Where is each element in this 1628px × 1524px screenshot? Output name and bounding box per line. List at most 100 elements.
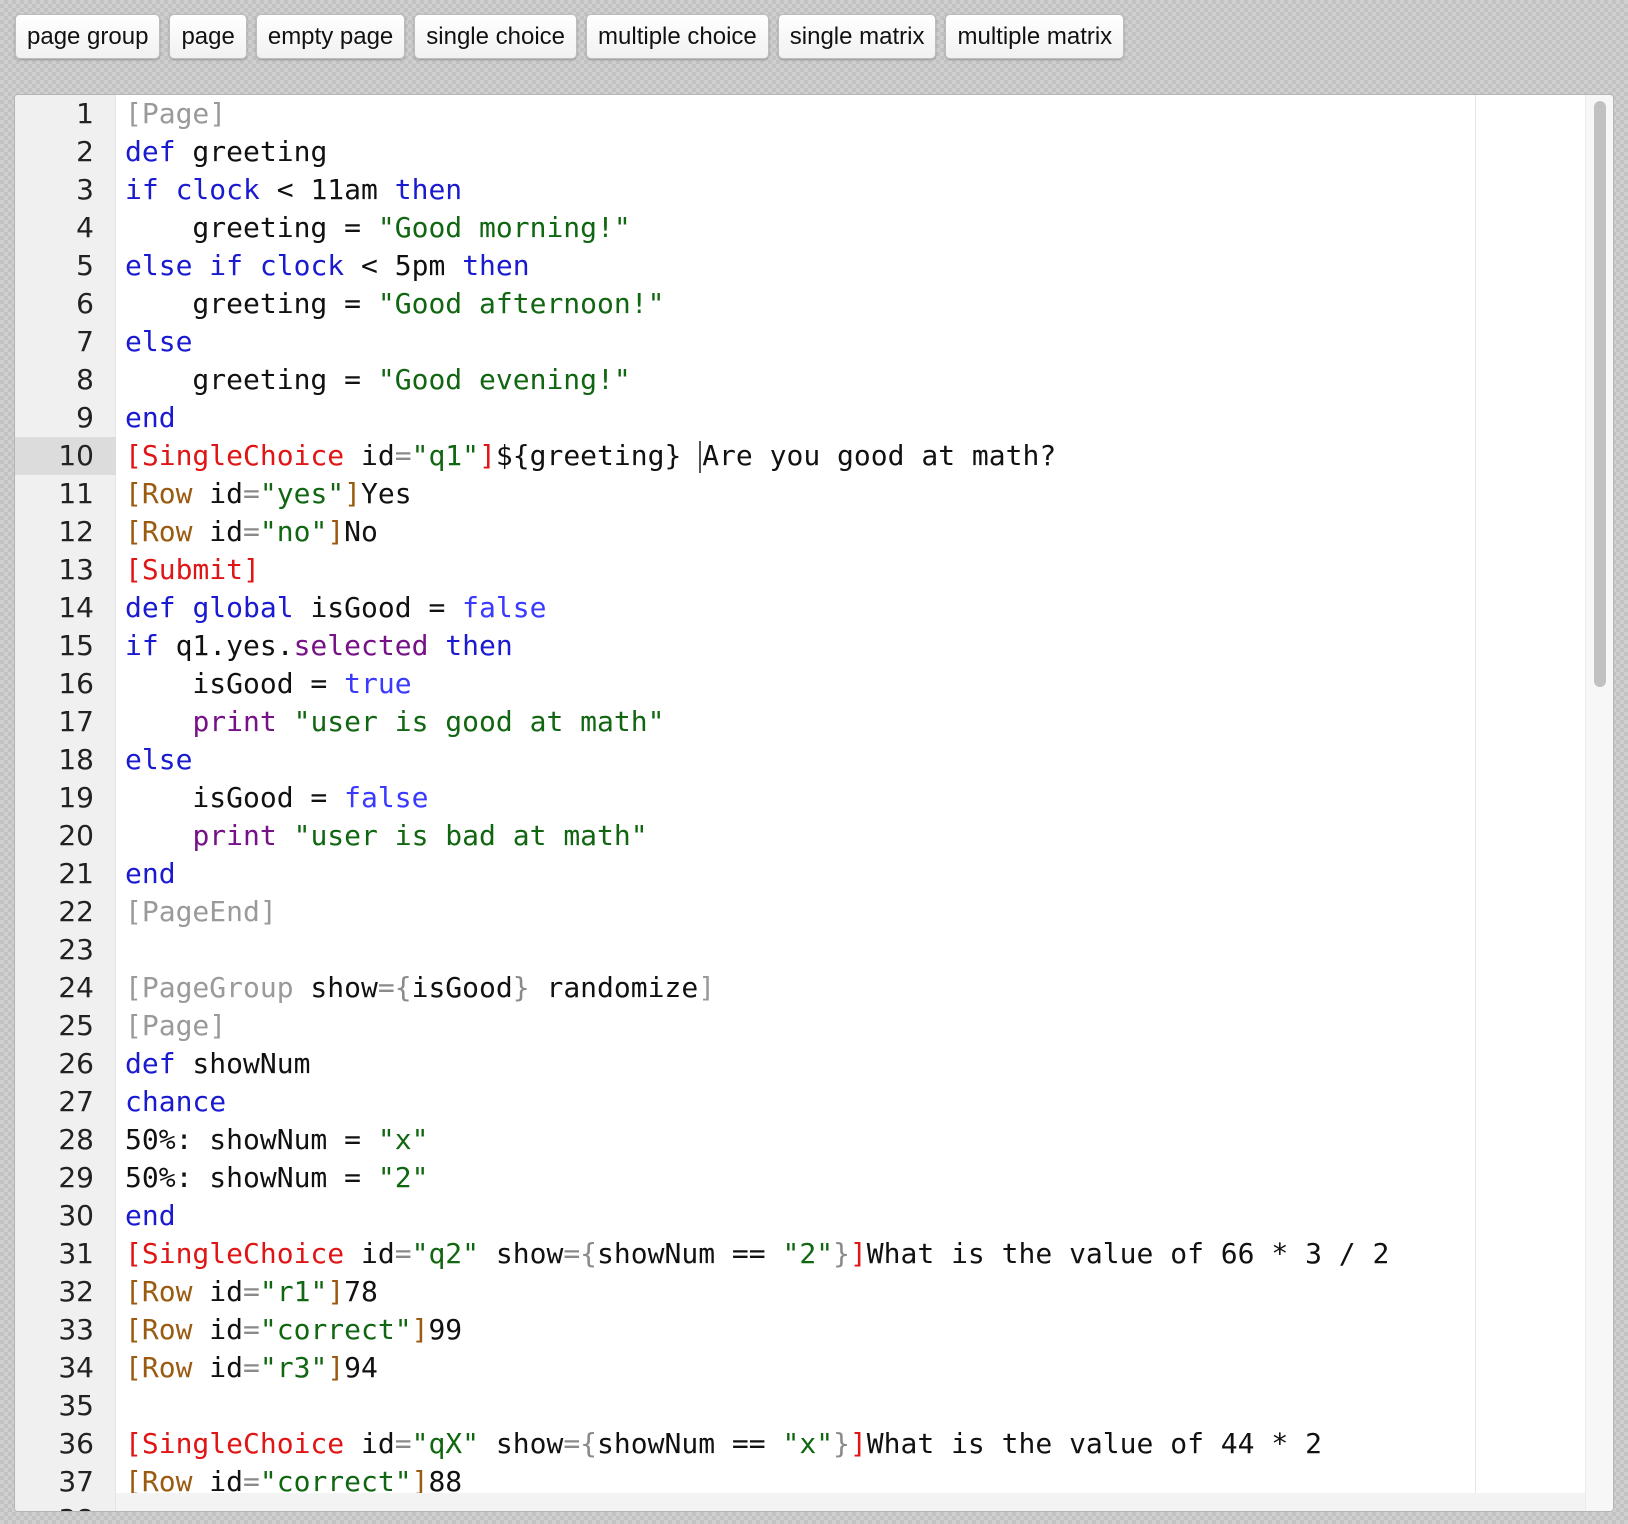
code-line[interactable]: 10 [SingleChoice id="q1"]${greeting} Are … <box>15 437 1613 475</box>
code-token: [SingleChoice <box>125 1237 345 1270</box>
line-code: [Page] <box>125 95 226 133</box>
single-matrix-button[interactable]: single matrix <box>777 14 937 59</box>
page-button[interactable]: page <box>169 14 247 59</box>
code-token: end <box>125 401 176 434</box>
line-code: [PageGroup show={isGood} randomize] <box>125 969 715 1007</box>
code-line[interactable]: 14 def global isGood = false <box>15 589 1613 627</box>
code-line[interactable]: 1 [Page] <box>15 95 1613 133</box>
line-code: else <box>125 741 192 779</box>
code-token: [Submit] <box>125 553 260 586</box>
code-token: end <box>125 857 176 890</box>
code-line[interactable]: 2 def greeting <box>15 133 1613 171</box>
line-number: 34 <box>58 1351 94 1384</box>
code-token: [Row <box>125 477 193 510</box>
code-token: [Row <box>125 515 193 548</box>
code-token: } <box>512 971 530 1004</box>
code-line[interactable]: 20 print "user is bad at math" <box>15 817 1613 855</box>
code-token: else if <box>125 249 244 282</box>
code-line[interactable]: 21 end <box>15 855 1613 893</box>
line-code: [Row id="yes"]Yes <box>125 475 412 513</box>
code-line[interactable]: 19 isGood = false <box>15 779 1613 817</box>
code-token: ={ <box>563 1237 598 1270</box>
code-token: if <box>125 173 159 206</box>
line-code: [Submit] <box>125 551 260 589</box>
code-line[interactable]: 9 end <box>15 399 1613 437</box>
code-token: [Row <box>125 1351 193 1384</box>
code-token: 99 <box>428 1313 463 1346</box>
line-number: 1 <box>76 97 94 130</box>
code-line[interactable]: 15 if q1.yes.selected then <box>15 627 1613 665</box>
code-line[interactable]: 13 [Submit] <box>15 551 1613 589</box>
code-token: greeting = <box>125 287 378 320</box>
code-line[interactable]: 17 print "user is good at math" <box>15 703 1613 741</box>
code-token: [SingleChoice <box>125 1427 345 1460</box>
code-line[interactable]: 27 chance <box>15 1083 1613 1121</box>
code-token: global <box>192 591 294 624</box>
code-line[interactable]: 28 50%: showNum = "x" <box>15 1121 1613 1159</box>
line-number: 17 <box>58 705 94 738</box>
code-line[interactable]: 26 def showNum <box>15 1045 1613 1083</box>
code-line[interactable]: 24 [PageGroup show={isGood} randomize] <box>15 969 1613 1007</box>
code-line[interactable]: 12 [Row id="no"]No <box>15 513 1613 551</box>
code-token: id <box>344 1427 395 1460</box>
code-line[interactable]: 23 <box>15 931 1613 969</box>
code-token: What is the value of 44 * 2 <box>866 1427 1322 1460</box>
code-token: [Page] <box>125 97 227 130</box>
line-code: if clock < 11am then <box>125 171 462 209</box>
multiple-choice-button[interactable]: multiple choice <box>586 14 769 59</box>
line-code: [Row id="correct"]99 <box>125 1311 462 1349</box>
code-line[interactable]: 31 [SingleChoice id="q2" show={showNum ==… <box>15 1235 1613 1273</box>
code-token: = <box>394 439 412 472</box>
code-line[interactable]: 11 [Row id="yes"]Yes <box>15 475 1613 513</box>
code-line[interactable]: 30 end <box>15 1197 1613 1235</box>
code-token: [PageGroup <box>125 971 294 1004</box>
line-number: 20 <box>58 819 94 852</box>
line-number: 25 <box>58 1009 94 1042</box>
code-token: "x" <box>377 1123 429 1156</box>
code-line[interactable]: 34 [Row id="r3"]94 <box>15 1349 1613 1387</box>
code-token: = <box>243 1313 260 1346</box>
code-editor[interactable]: 1 [Page] 2 def greeting 3 if clock < 11am the… <box>14 94 1614 1512</box>
code-line[interactable]: 7 else <box>15 323 1613 361</box>
empty-page-button[interactable]: empty page <box>255 14 406 59</box>
line-code: print "user is bad at math" <box>125 817 647 855</box>
code-token: ${greeting} <box>495 439 699 472</box>
code-line[interactable]: 3 if clock < 11am then <box>15 171 1613 209</box>
line-number: 32 <box>58 1275 94 1308</box>
code-line[interactable]: 36 [SingleChoice id="qX" show={showNum ==… <box>15 1425 1613 1463</box>
page-group-button[interactable]: page group <box>15 14 161 59</box>
code-line[interactable]: 35 <box>15 1387 1613 1425</box>
code-line[interactable]: 29 50%: showNum = "2" <box>15 1159 1613 1197</box>
code-line[interactable]: 4 greeting = "Good morning!" <box>15 209 1613 247</box>
code-line[interactable]: 6 greeting = "Good afternoon!" <box>15 285 1613 323</box>
code-line[interactable]: 32 [Row id="r1"]78 <box>15 1273 1613 1311</box>
code-line[interactable]: 16 isGood = true <box>15 665 1613 703</box>
code-line[interactable]: 33 [Row id="correct"]99 <box>15 1311 1613 1349</box>
code-lines[interactable]: 1 [Page] 2 def greeting 3 if clock < 11am the… <box>15 95 1613 1511</box>
code-line[interactable]: 8 greeting = "Good evening!" <box>15 361 1613 399</box>
code-line[interactable]: 18 else <box>15 741 1613 779</box>
line-number: 14 <box>58 591 94 624</box>
vertical-scrollbar[interactable] <box>1585 95 1613 1511</box>
scrollbar-thumb[interactable] <box>1594 101 1606 687</box>
code-token: Yes <box>361 477 412 510</box>
code-token: clock <box>175 173 260 206</box>
line-number: 2 <box>76 135 94 168</box>
line-number: 18 <box>58 743 94 776</box>
line-number: 12 <box>58 515 94 548</box>
line-number: 22 <box>58 895 94 928</box>
code-token: "r3" <box>259 1351 328 1384</box>
code-line[interactable]: 22 [PageEnd] <box>15 893 1613 931</box>
single-choice-button[interactable]: single choice <box>414 14 578 59</box>
code-token: greeting = <box>125 363 378 396</box>
multiple-matrix-button[interactable]: multiple matrix <box>945 14 1125 59</box>
code-token: isGood <box>411 971 513 1004</box>
code-line[interactable]: 25 [Page] <box>15 1007 1613 1045</box>
code-token: def <box>125 1047 176 1080</box>
code-token: then <box>394 173 463 206</box>
code-line[interactable]: 5 else if clock < 5pm then <box>15 247 1613 285</box>
horizontal-scrollbar[interactable] <box>116 1493 1585 1511</box>
code-token: print <box>192 705 277 738</box>
